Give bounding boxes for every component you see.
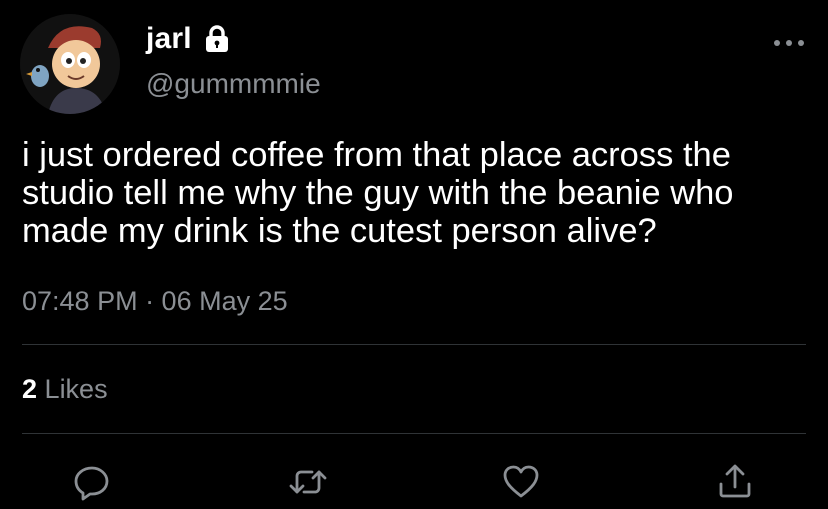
reply-icon	[74, 466, 109, 501]
lock-icon	[204, 24, 230, 54]
retweet-button[interactable]	[288, 462, 328, 502]
avatar[interactable]	[20, 14, 120, 114]
retweet-icon	[289, 470, 327, 494]
share-button[interactable]	[715, 462, 755, 502]
tweet-card: jarl @gummmmie i just ordered coffee fro…	[0, 0, 828, 509]
heart-icon	[503, 465, 539, 498]
tweet-text: i just ordered coffee from that place ac…	[22, 136, 734, 250]
more-icon[interactable]	[772, 36, 806, 48]
cartoon-avatar-icon	[20, 14, 120, 114]
tweet-timestamp[interactable]: 07:48 PM · 06 May 25	[22, 286, 288, 317]
divider	[22, 344, 806, 345]
likes-stat[interactable]: 2 Likes	[22, 374, 108, 405]
like-button[interactable]	[501, 462, 541, 502]
display-name[interactable]: jarl	[146, 22, 192, 56]
divider	[22, 433, 806, 434]
author-handle[interactable]: @gummmmie	[146, 68, 321, 100]
likes-label: Likes	[44, 374, 108, 404]
reply-button[interactable]	[72, 462, 112, 502]
share-icon	[719, 464, 751, 498]
author-name-row: jarl	[146, 22, 230, 56]
likes-count: 2	[22, 374, 38, 404]
